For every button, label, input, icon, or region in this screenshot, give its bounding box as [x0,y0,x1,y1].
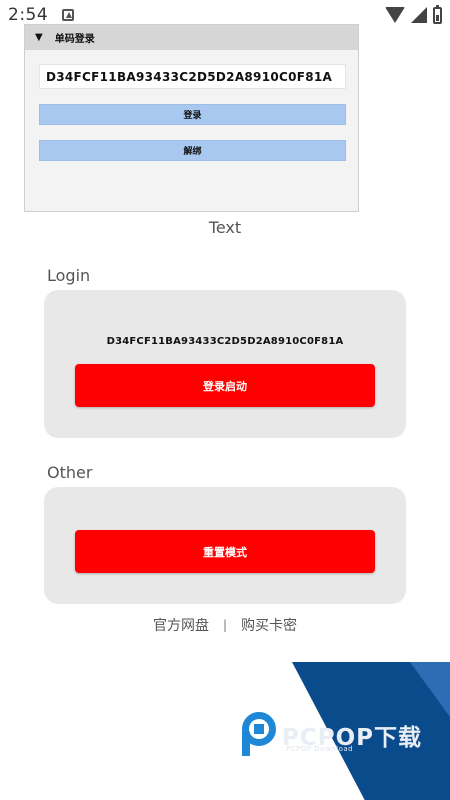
login-button[interactable]: 登录 [39,104,346,125]
status-time: 2:54 [8,5,49,25]
device-code: D34FCF11BA93433C2D5D2A8910C0F81A [106,336,344,347]
link-separator: | [222,618,228,632]
status-icons [385,4,442,24]
dialog-header[interactable]: ▼ 单码登录 [25,25,358,50]
single-code-login-dialog: ▼ 单码登录 D34FCF11BA93433C2D5D2A8910C0F81A … [24,24,359,212]
notification-icon [62,9,75,21]
wifi-icon [385,7,405,23]
login-start-button[interactable]: 登录启动 [75,364,375,407]
watermark-sub: PCPOP Download [286,745,354,753]
battery-icon [433,4,442,24]
unbind-button[interactable]: 解绑 [39,140,346,161]
login-panel: D34FCF11BA93433C2D5D2A8910C0F81A 登录启动 [44,290,406,438]
pcpop-logo-icon [242,712,276,756]
collapse-triangle-icon[interactable]: ▼ [35,32,43,43]
other-section-title: Other [47,463,93,482]
pcpop-watermark-logo: PCPOP下载 PCPOP Download [238,708,438,764]
other-panel: 重置模式 [44,487,406,604]
login-section-title: Login [47,266,91,285]
official-drive-link[interactable]: 官方网盘 [153,615,209,635]
buy-key-link[interactable]: 购买卡密 [241,615,297,635]
text-label: Text [208,218,242,237]
dialog-title: 单码登录 [54,34,95,45]
reset-mode-button[interactable]: 重置模式 [75,530,375,573]
signal-icon [411,7,427,23]
card-code-input[interactable]: D34FCF11BA93433C2D5D2A8910C0F81A [39,64,346,89]
footer-links: 官方网盘 | 购买卡密 [0,615,450,635]
